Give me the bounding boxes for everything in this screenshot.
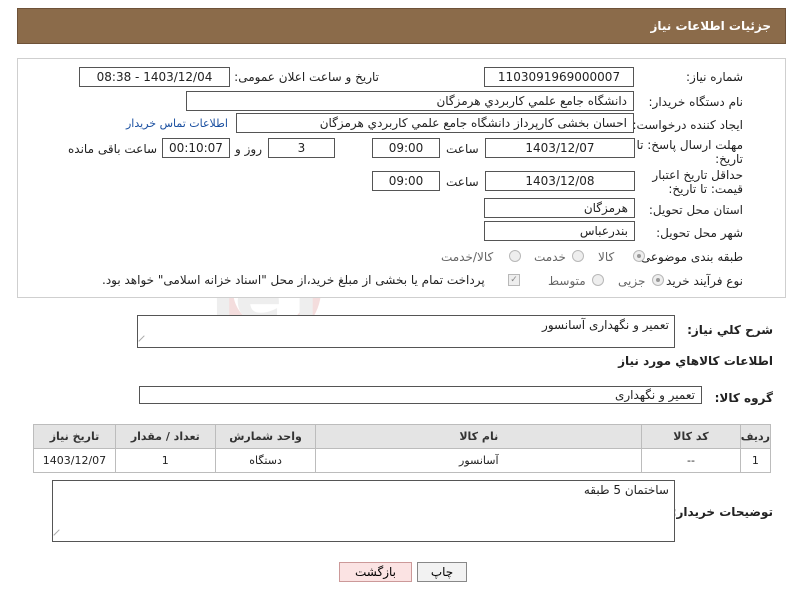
goods-table-header: رديف کد کالا نام کالا واحد شمارش تعداد /… [33,424,772,449]
goods-table: رديف کد کالا نام کالا واحد شمارش تعداد /… [33,424,772,473]
resize-grip-icon [138,335,150,347]
resize-grip-icon [53,529,65,541]
buyer-org-label: نام دستگاه خریدار: [648,95,744,109]
reply-deadline-label: مهلت ارسال پاسخ: تا تاریخ: [636,138,743,166]
price-validity-label: حداقل تاریخ اعتبار قیمت: تا تاریخ: [652,168,743,196]
announce-date-label: تاریخ و ساعت اعلان عمومی: [234,70,379,84]
page-title: جزئیات اطلاعات نیاز [650,19,771,33]
process-minor-radio[interactable] [652,274,664,286]
col-goods-code: کد کالا [641,424,741,449]
summary-label: شرح کلي نياز: [687,323,773,337]
buyer-notes-label: توضیحات خریدار: [671,505,773,519]
print-button[interactable]: چاپ [417,562,467,582]
summary-text: تعمیر و نگهداری آسانسور [542,318,669,332]
process-label: نوع فرآیند خرید : [658,274,743,288]
col-row-number: رديف [739,424,772,449]
need-number-field: 1103091969000007 [484,67,634,87]
process-medium-option: متوسط [548,274,586,288]
table-row: 1 -- آسانسور دستگاه 1 1403/12/07 [33,448,772,473]
reply-hour-label: ساعت [446,142,479,156]
col-need-date: تاريخ نياز [33,424,116,449]
creator-field: احسان بخشی کارپرداز دانشگاه جامع علمي كا… [236,113,634,133]
page-header: جزئیات اطلاعات نیاز [17,8,786,44]
cell-unit: دستگاه [214,448,317,473]
price-date-field: 1403/12/08 [485,171,635,191]
remaining-time-field: 00:10:07 [162,138,230,158]
category-service-option: خدمت [534,250,566,264]
col-unit: واحد شمارش [214,424,317,449]
buyer-notes-textarea[interactable]: ساختمان 5 طبقه [52,480,675,542]
reply-time-field: 09:00 [372,138,440,158]
goods-group-label: گروه کالا: [714,391,773,405]
cell-row-number: 1 [739,448,772,473]
announce-date-field: 1403/12/04 - 08:38 [79,67,230,87]
category-goods-option: کالا [598,250,615,264]
cell-need-date: 1403/12/07 [33,448,116,473]
category-both-option: کالا/خدمت [441,250,494,264]
days-field: 3 [268,138,335,158]
need-number-label: شماره نیاز: [686,70,743,84]
col-quantity: تعداد / مقدار [114,424,216,449]
summary-textarea[interactable]: تعمیر و نگهداری آسانسور [137,315,675,348]
category-service-radio[interactable] [572,250,584,262]
buyer-contact-link[interactable]: اطلاعات تماس خریدار [126,117,228,130]
city-field: بندرعباس [484,221,635,241]
cell-goods-code: -- [641,448,741,473]
buyer-org-field: دانشگاه جامع علمي كاربردي هرمزگان [186,91,634,111]
reply-date-field: 1403/12/07 [485,138,635,158]
category-goods-radio[interactable] [633,250,645,262]
treasury-payment-checkbox[interactable]: ✓ [508,274,520,286]
process-medium-radio[interactable] [592,274,604,286]
remaining-label: ساعت باقی مانده [68,142,158,156]
creator-label: ایجاد کننده درخواست: [632,118,743,132]
city-label: شهر محل تحویل: [656,226,743,240]
goods-group-field: تعمیر و نگهداری [139,386,702,404]
treasury-payment-note: پرداخت تمام یا بخشی از مبلغ خرید،از محل … [102,273,485,287]
province-field: هرمزگان [484,198,635,218]
price-time-field: 09:00 [372,171,440,191]
goods-section-title: اطلاعات کالاهاي مورد نياز [618,354,773,368]
cell-goods-name: آسانسور [315,448,643,473]
category-both-radio[interactable] [509,250,521,262]
col-goods-name: نام کالا [315,424,643,449]
days-label: روز و [235,142,262,156]
category-label: طبقه بندی موضوعی: [636,250,743,264]
cell-quantity: 1 [114,448,216,473]
province-label: استان محل تحویل: [648,203,743,217]
process-minor-option: جزیی [618,274,646,288]
buyer-notes-text: ساختمان 5 طبقه [583,483,669,497]
price-hour-label: ساعت [446,175,479,189]
back-button[interactable]: بازگشت [339,562,412,582]
